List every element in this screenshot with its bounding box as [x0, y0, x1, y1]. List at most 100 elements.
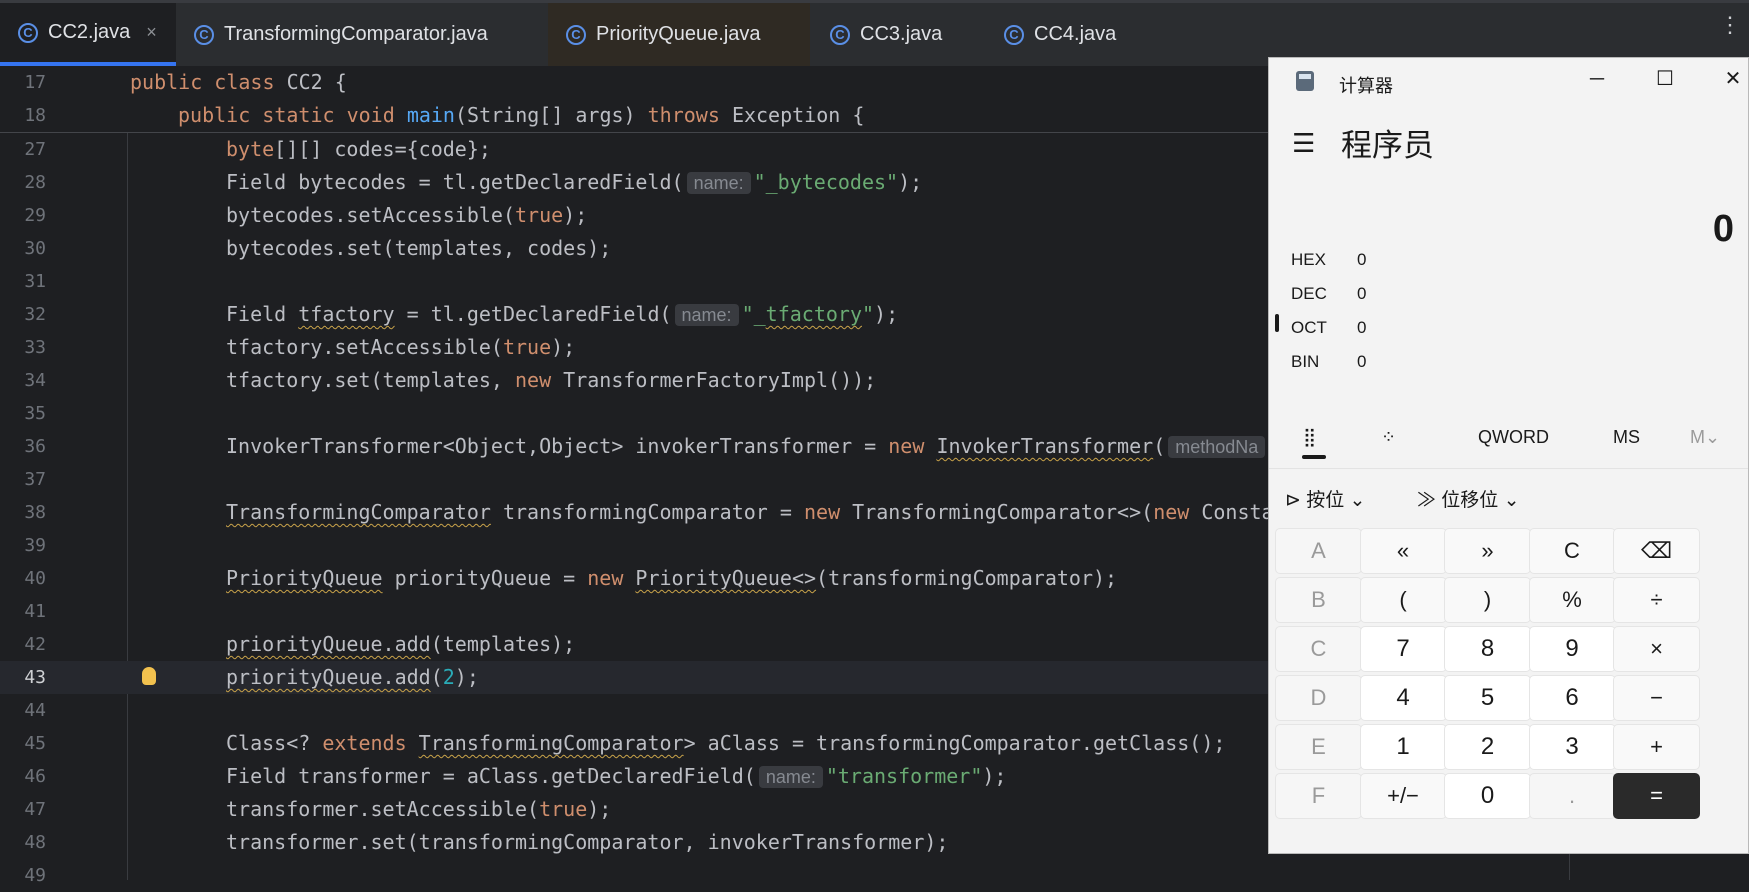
menu-icon[interactable]: ☰ [1292, 130, 1316, 156]
code-text: byte[][] codes={code}; [226, 137, 491, 161]
digit-8-button[interactable]: 8 [1444, 626, 1531, 672]
line-number: 18 [24, 105, 46, 126]
line-number: 41 [24, 601, 46, 622]
minimize-icon[interactable]: ─ [1577, 64, 1617, 94]
tab-cc2-java[interactable]: C CC2.java × [0, 3, 176, 66]
line-number: 30 [24, 238, 46, 259]
calculator-app-icon [1296, 71, 1314, 91]
digit-1-button[interactable]: 1 [1359, 724, 1447, 770]
parameter-hint: name: [674, 304, 739, 326]
close-icon[interactable]: ✕ [1713, 64, 1748, 94]
toolbar-divider [1269, 468, 1748, 469]
word-size-button[interactable]: QWORD [1478, 427, 1549, 448]
hex-d-button[interactable]: D [1275, 675, 1362, 721]
line-number: 45 [24, 733, 46, 754]
code-text: priorityQueue.add(2); [226, 665, 479, 689]
line-number: 40 [24, 568, 46, 589]
radix-dec[interactable]: DEC 0 [1291, 279, 1366, 309]
line-number: 29 [24, 205, 46, 226]
code-text: transformer.setAccessible(true); [226, 797, 612, 821]
digit-5-button[interactable]: 5 [1444, 675, 1531, 721]
backspace-button[interactable]: ⌫ [1613, 528, 1700, 574]
java-class-icon: C [18, 22, 38, 43]
percent-button[interactable]: % [1528, 577, 1616, 623]
tab-cc3-java[interactable]: C CC3.java [812, 3, 984, 66]
equals-button[interactable]: = [1613, 773, 1700, 819]
code-text: public static void main(String[] args) t… [178, 103, 865, 127]
line-number: 31 [24, 271, 46, 292]
tab-priorityqueue-java[interactable]: C PriorityQueue.java [548, 3, 810, 66]
right-shift-button[interactable]: » [1444, 528, 1531, 574]
digit-6-button[interactable]: 6 [1528, 675, 1616, 721]
calculator-title-bar[interactable]: 计算器 ─ ☐ ✕ [1269, 58, 1748, 98]
java-class-icon: C [194, 24, 214, 45]
calculator-title: 计算器 [1339, 76, 1393, 96]
hex-b-button[interactable]: B [1275, 577, 1362, 623]
add-button[interactable]: + [1613, 724, 1700, 770]
clear-button[interactable]: C [1528, 528, 1616, 574]
parameter-hint: methodNa [1168, 436, 1266, 458]
line-number: 39 [24, 535, 46, 556]
line-number: 38 [24, 502, 46, 523]
line-number: 37 [24, 469, 46, 490]
multiply-button[interactable]: × [1613, 626, 1700, 672]
hex-a-button[interactable]: A [1275, 528, 1362, 574]
line-number: 42 [24, 634, 46, 655]
calculator-mode-title: 程序员 [1341, 128, 1434, 163]
line-number: 44 [24, 700, 46, 721]
digit-9-button[interactable]: 9 [1528, 626, 1616, 672]
line-number: 34 [24, 370, 46, 391]
open-paren-button[interactable]: ( [1359, 577, 1447, 623]
logic-gate-icon: ⊳ [1285, 490, 1301, 511]
close-icon[interactable]: × [146, 22, 157, 43]
bit-shift-dropdown[interactable]: ≫ 位移位 ⌄ [1417, 485, 1520, 512]
code-text: tfactory.setAccessible(true); [226, 335, 576, 359]
hex-f-button[interactable]: F [1275, 773, 1362, 819]
tab-label: PriorityQueue.java [596, 23, 761, 45]
digit-7-button[interactable]: 7 [1359, 626, 1447, 672]
maximize-icon[interactable]: ☐ [1645, 64, 1685, 94]
left-shift-button[interactable]: « [1359, 528, 1447, 574]
code-text: Field tfactory = tl.getDeclaredField(nam… [226, 302, 899, 326]
line-number: 49 [24, 865, 46, 886]
bit-toggling-keypad-icon[interactable]: ⁘ [1381, 427, 1396, 448]
radix-oct[interactable]: OCT 0 [1291, 313, 1366, 343]
lightbulb-icon[interactable] [142, 667, 156, 685]
digit-4-button[interactable]: 4 [1359, 675, 1447, 721]
digit-3-button[interactable]: 3 [1528, 724, 1616, 770]
chevron-down-icon: ⌄ [1349, 490, 1366, 511]
negate-button[interactable]: +/− [1359, 773, 1447, 819]
line-number: 35 [24, 403, 46, 424]
full-keypad-icon[interactable]: ⣿ [1303, 427, 1316, 448]
decimal-button[interactable]: . [1528, 773, 1616, 819]
line-number: 28 [24, 172, 46, 193]
code-text: transformer.set(transformingComparator, … [226, 830, 949, 854]
tab-cc4-java[interactable]: C CC4.java [986, 3, 1156, 66]
hex-e-button[interactable]: E [1275, 724, 1362, 770]
more-tabs-icon[interactable]: ⋮ [1719, 14, 1741, 36]
digit-0-button[interactable]: 0 [1444, 773, 1531, 819]
tab-label: CC4.java [1034, 23, 1117, 45]
radix-bin[interactable]: BIN 0 [1291, 347, 1366, 377]
divide-button[interactable]: ÷ [1613, 577, 1700, 623]
code-text: Class<? extends TransformingComparator> … [226, 731, 1226, 755]
calculator-toolbar: ⣿ ⁘ QWORD MS M⌄ [1269, 413, 1748, 463]
code-line: 49 [0, 859, 1749, 892]
memory-store-button[interactable]: MS [1613, 427, 1640, 448]
bitwise-dropdown[interactable]: ⊳ 按位 ⌄ [1285, 485, 1365, 512]
line-number: 27 [24, 139, 46, 160]
subtract-button[interactable]: − [1613, 675, 1700, 721]
line-number: 46 [24, 766, 46, 787]
digit-2-button[interactable]: 2 [1444, 724, 1531, 770]
java-class-icon: C [1004, 24, 1024, 45]
line-number: 47 [24, 799, 46, 820]
bit-shift-icon: ≫ [1417, 490, 1437, 511]
radix-hex[interactable]: HEX 0 [1291, 245, 1366, 275]
tab-transformingcomparator-java[interactable]: C TransformingComparator.java [176, 3, 540, 66]
memory-dropdown-button[interactable]: M⌄ [1690, 427, 1720, 448]
code-text: Field bytecodes = tl.getDeclaredField(na… [226, 170, 923, 194]
java-class-icon: C [566, 24, 586, 45]
close-paren-button[interactable]: ) [1444, 577, 1531, 623]
hex-c-button[interactable]: C [1275, 626, 1362, 672]
calculator-display: 0 [1712, 208, 1734, 250]
